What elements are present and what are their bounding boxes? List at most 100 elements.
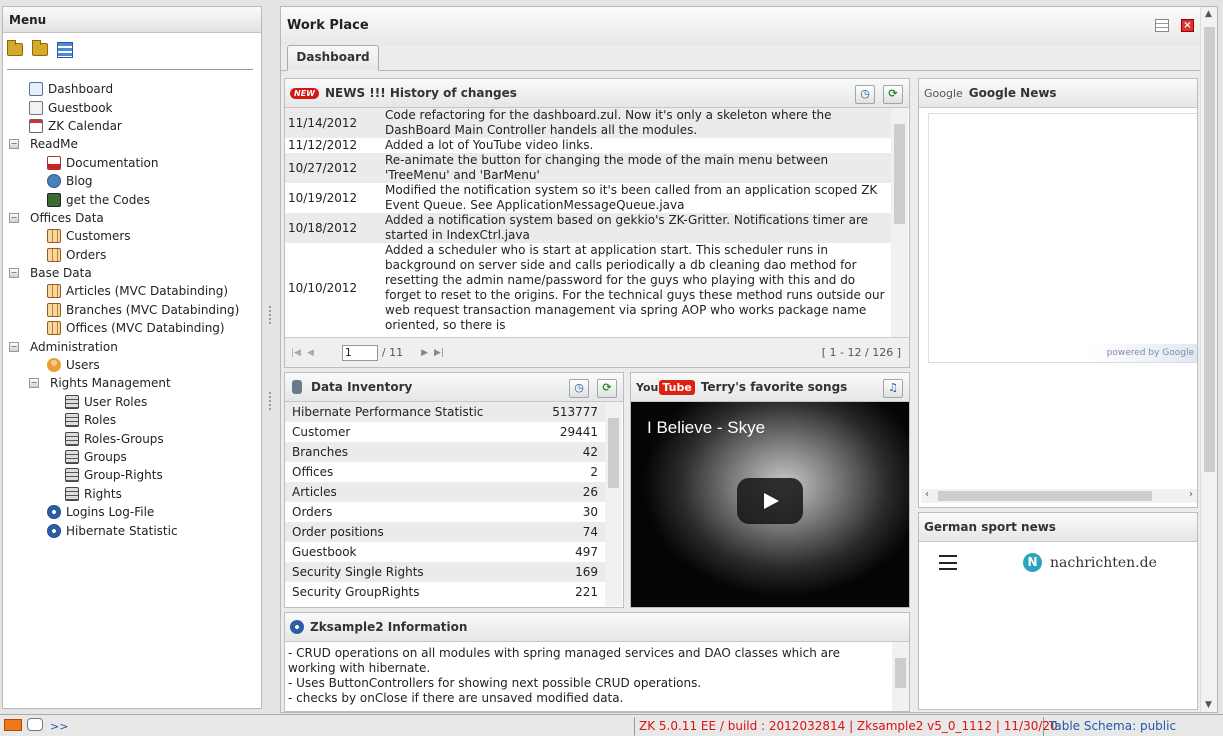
menu-item-label: User Roles (84, 394, 148, 409)
menu-item[interactable]: − Offices Data (3, 209, 261, 227)
inventory-row[interactable]: Customer 29441 (285, 422, 622, 442)
refresh-icon[interactable]: ⟳ (597, 379, 617, 398)
inventory-value: 74 (582, 525, 598, 539)
splitter[interactable] (266, 6, 276, 709)
maximize-icon[interactable] (1155, 19, 1169, 32)
net-icon (65, 486, 79, 501)
menu-item[interactable]: Dashboard (3, 80, 261, 98)
video-player[interactable]: I Believe - Skye (631, 402, 909, 607)
menu-item[interactable]: − ReadMe (3, 135, 261, 153)
info-panel: Zksample2 Information - CRUD operations … (284, 612, 910, 712)
music-icon[interactable]: ♫ (883, 379, 903, 398)
hamburger-menu-icon[interactable] (939, 555, 957, 570)
news-row[interactable]: 11/12/2012 Added a lot of YouTube video l… (285, 138, 908, 153)
menu-item[interactable]: Offices (MVC Databinding) (3, 319, 261, 337)
menu-title: Menu (3, 7, 261, 33)
menu-item[interactable]: − Base Data (3, 264, 261, 282)
google-news-hscroll[interactable]: ‹ › (921, 489, 1197, 503)
inventory-row[interactable]: Security Single Rights 169 (285, 562, 622, 582)
inventory-value: 26 (582, 485, 598, 499)
menu-item[interactable]: Customers (3, 227, 261, 245)
menu-item-label: Roles-Groups (84, 431, 164, 446)
news-scrollbar[interactable] (891, 108, 908, 338)
tree-toggle-icon[interactable]: − (9, 139, 19, 150)
news-row[interactable]: 10/19/2012 Modified the notification syst… (285, 183, 908, 213)
gear-icon (47, 523, 61, 538)
menu-item[interactable]: Blog (3, 172, 261, 190)
menu-item[interactable]: Rights (3, 485, 261, 503)
menu-style-icon[interactable] (57, 42, 73, 58)
refresh-icon[interactable]: ⟳ (883, 85, 903, 104)
menu-item[interactable]: Roles-Groups (3, 429, 261, 447)
powered-by-google[interactable]: powered by Google (1089, 344, 1197, 362)
news-text: Added a lot of YouTube video links. (385, 138, 594, 152)
menu-item[interactable]: Articles (MVC Databinding) (3, 282, 261, 300)
menu-item[interactable]: get the Codes (3, 190, 261, 208)
clock-icon[interactable]: ◷ (855, 85, 875, 104)
inventory-row[interactable]: Orders 30 (285, 502, 622, 522)
menu-item[interactable]: Groups (3, 448, 261, 466)
inventory-row[interactable]: Articles 26 (285, 482, 622, 502)
first-page-icon[interactable]: |◀ (291, 348, 301, 358)
news-row[interactable]: 10/10/2012 Added a scheduler who is start… (285, 243, 908, 333)
mail-icon[interactable] (4, 719, 22, 731)
menu-item[interactable]: Roles (3, 411, 261, 429)
news-row[interactable]: 11/14/2012 Code refactoring for the dashb… (285, 108, 908, 138)
menu-item[interactable]: − Administration (3, 337, 261, 355)
tree-toggle-icon[interactable]: − (29, 378, 39, 389)
menu-item[interactable]: Documentation (3, 154, 261, 172)
workplace-scrollbar[interactable]: ▲ ▼ (1200, 7, 1217, 712)
inventory-row[interactable]: Guestbook 497 (285, 542, 622, 562)
folder-closed-icon[interactable] (32, 40, 48, 56)
clock-icon[interactable]: ◷ (569, 379, 589, 398)
last-page-icon[interactable]: ▶| (434, 348, 444, 358)
menu-item[interactable]: User Roles (3, 393, 261, 411)
tree-toggle-icon[interactable]: − (9, 268, 19, 279)
news-row[interactable]: 10/18/2012 Added a notification system ba… (285, 213, 908, 243)
menu-item[interactable]: Group-Rights (3, 466, 261, 484)
menu-item[interactable]: Branches (MVC Databinding) (3, 301, 261, 319)
menu-item[interactable]: Orders (3, 246, 261, 264)
workplace-panel: Work Place × Dashboard NEW NEWS !!! Hist… (280, 6, 1218, 713)
tree-toggle-icon[interactable]: − (9, 212, 19, 223)
inventory-name: Security Single Rights (292, 565, 424, 579)
inventory-row[interactable]: Offices 2 (285, 462, 622, 482)
folder-open-icon[interactable] (7, 40, 23, 56)
sport-news-header: German sport news (919, 513, 1197, 542)
code-icon (47, 192, 61, 207)
play-button[interactable] (737, 478, 803, 524)
news-date: 10/18/2012 (288, 220, 358, 235)
inventory-row[interactable]: Branches 42 (285, 442, 622, 462)
info-line: - Uses ButtonControllers for showing nex… (288, 676, 702, 690)
menu-item-label: ZK Calendar (48, 118, 122, 133)
inventory-header: Data Inventory ◷ ⟳ (285, 373, 623, 402)
menu-item[interactable]: ZK Calendar (3, 117, 261, 135)
menu-item[interactable]: − Rights Management (3, 374, 261, 392)
menu-item[interactable]: Users (3, 356, 261, 374)
expand-link[interactable]: >> (50, 720, 68, 733)
tree-toggle-icon[interactable]: − (9, 341, 19, 352)
chat-icon[interactable] (27, 718, 43, 731)
inventory-row[interactable]: Order positions 74 (285, 522, 622, 542)
inventory-row[interactable]: Hibernate Performance Statistic 513777 (285, 402, 622, 422)
page-input[interactable]: 1 (341, 344, 378, 361)
close-icon[interactable]: × (1181, 19, 1194, 32)
workplace-header: Work Place × (281, 7, 1217, 45)
grid-icon (47, 284, 61, 299)
prev-page-icon[interactable]: ◀ (307, 348, 314, 358)
news-row[interactable]: 10/27/2012 Re-animate the button for chan… (285, 153, 908, 183)
menu-item[interactable]: Logins Log-File (3, 503, 261, 521)
grid-icon (47, 229, 61, 244)
menu-item[interactable]: Hibernate Statistic (3, 521, 261, 539)
inventory-row[interactable]: Security GroupRights 221 (285, 582, 622, 602)
info-scrollbar[interactable] (892, 642, 909, 711)
next-page-icon[interactable]: ▶ (421, 348, 428, 358)
menu-item[interactable]: Guestbook (3, 98, 261, 116)
tab-dashboard[interactable]: Dashboard (287, 45, 379, 71)
inventory-value: 169 (575, 565, 598, 579)
news-text: Modified the notification system so it's… (385, 183, 878, 212)
video-title[interactable]: I Believe - Skye (647, 418, 765, 438)
nachrichten-logo-text[interactable]: nachrichten.de (1050, 555, 1157, 571)
inventory-scrollbar[interactable] (605, 402, 622, 606)
inventory-list: Hibernate Performance Statistic 513777 Cus… (285, 402, 622, 606)
